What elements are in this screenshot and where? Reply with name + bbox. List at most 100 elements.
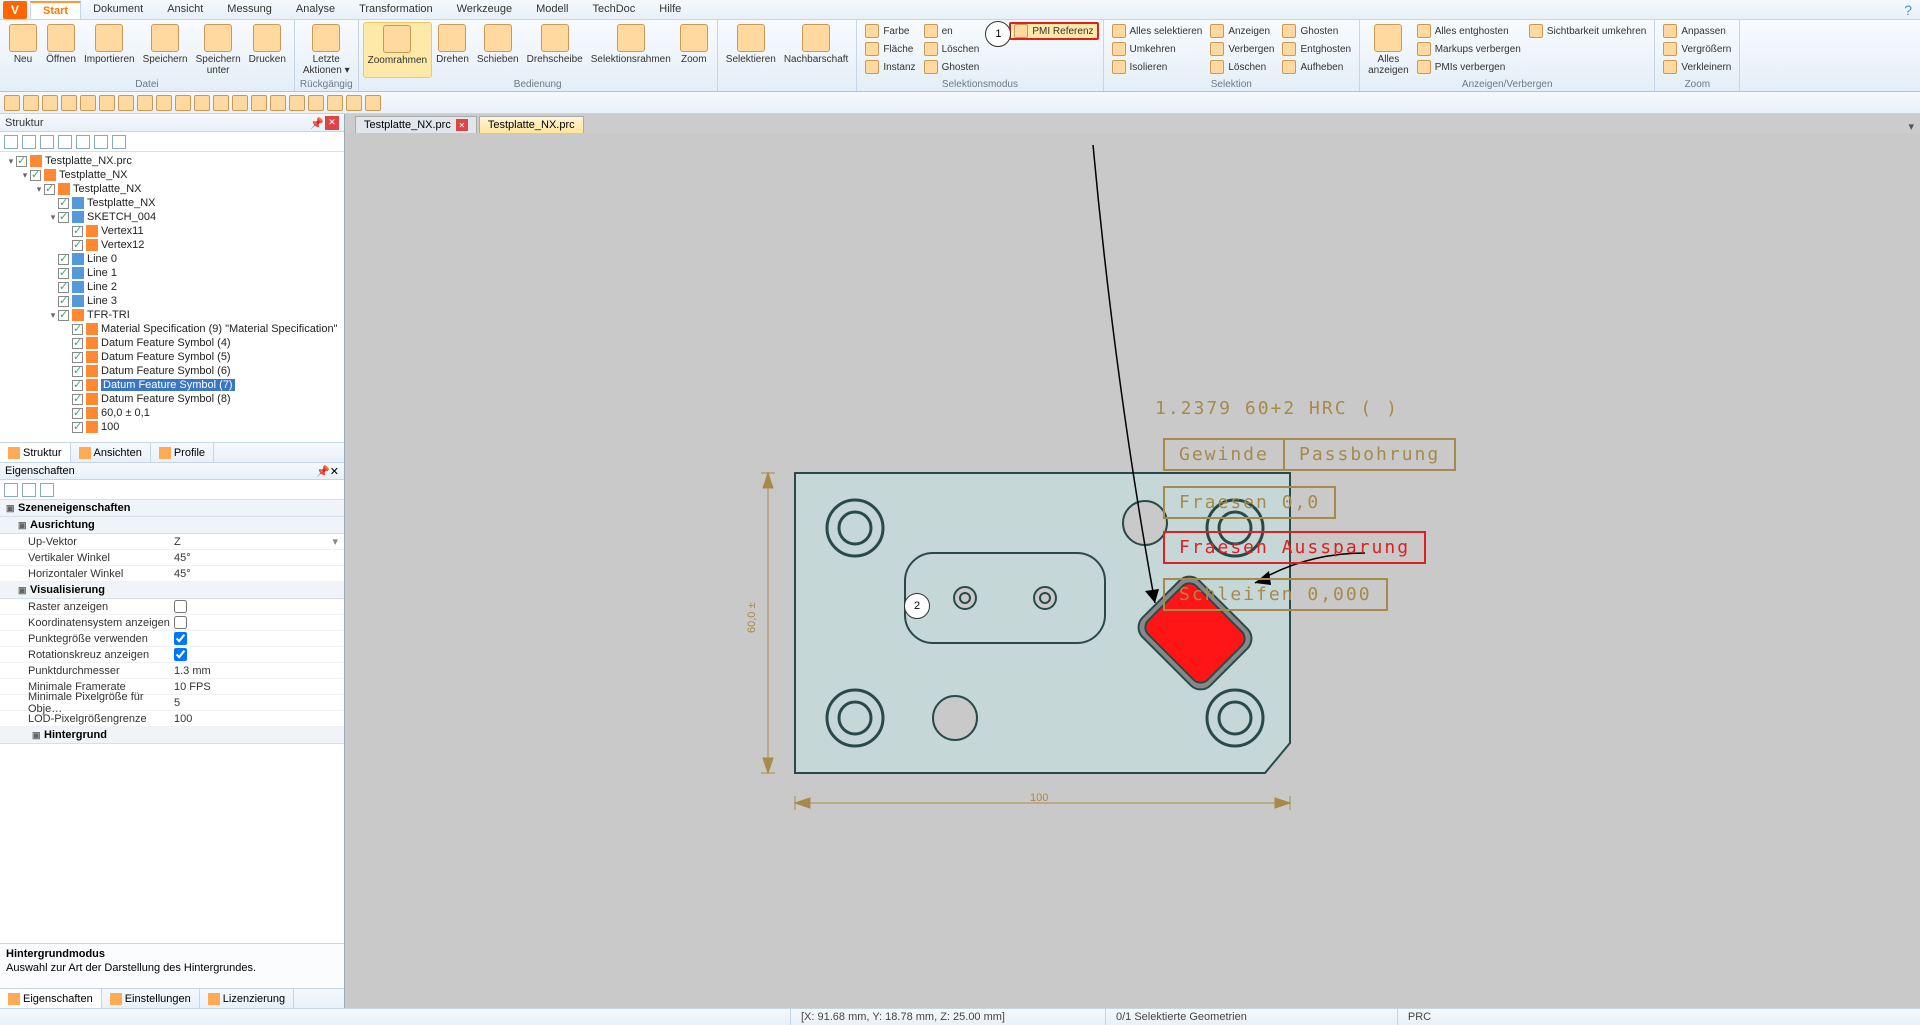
prop-category[interactable]: ▣Szeneneigenschaften <box>0 500 344 517</box>
menu-tab-messung[interactable]: Messung <box>215 1 284 19</box>
ghost-mode-button[interactable]: Ghosten <box>920 58 984 76</box>
tree-node[interactable]: ▾Testplatte_NX <box>2 168 342 182</box>
delete-mode-button[interactable]: Löschen <box>920 40 984 58</box>
props-tool[interactable] <box>22 483 36 497</box>
menu-tab-hilfe[interactable]: Hilfe <box>647 1 693 19</box>
quick-tool[interactable] <box>232 95 248 111</box>
tree-node[interactable]: Datum Feature Symbol (6) <box>2 364 342 378</box>
menu-tab-dokument[interactable]: Dokument <box>81 1 155 19</box>
quick-tool[interactable] <box>61 95 77 111</box>
quick-tool[interactable] <box>4 95 20 111</box>
pin-icon[interactable]: 📌 <box>310 117 322 129</box>
pmi-schleifen[interactable]: Schleifen 0,000 <box>1163 578 1388 611</box>
tree-node[interactable]: Line 0 <box>2 252 342 266</box>
hide-pmis-button[interactable]: PMIs verbergen <box>1413 58 1525 76</box>
tab-profile[interactable]: Profile <box>151 443 214 462</box>
tab-einstellungen[interactable]: Einstellungen <box>102 989 200 1008</box>
save-button[interactable]: Speichern <box>139 22 192 78</box>
tree-node[interactable]: Datum Feature Symbol (8) <box>2 392 342 406</box>
quick-tool[interactable] <box>365 95 381 111</box>
doc-tab[interactable]: Testplatte_NX.prc <box>479 116 584 133</box>
tree-node[interactable]: ▾SKETCH_004 <box>2 210 342 224</box>
show-all-button[interactable]: Alles anzeigen <box>1364 22 1413 78</box>
props-tool[interactable] <box>4 483 18 497</box>
menu-tab-techdoc[interactable]: TechDoc <box>580 1 647 19</box>
delete-button[interactable]: Löschen <box>1206 58 1278 76</box>
tab-ansichten[interactable]: Ansichten <box>71 443 151 462</box>
prop-row[interactable]: Punktdurchmesser1.3 mm <box>0 663 344 679</box>
tree-node[interactable]: Line 2 <box>2 280 342 294</box>
tree-node[interactable]: ▾Testplatte_NX.prc <box>2 154 342 168</box>
tree-node[interactable]: 60,0 ± 0,1 <box>2 406 342 420</box>
tree-node[interactable]: Line 3 <box>2 294 342 308</box>
tree-node[interactable]: Testplatte_NX <box>2 196 342 210</box>
close-icon[interactable]: ✕ <box>330 465 339 478</box>
tree-node[interactable]: Vertex12 <box>2 238 342 252</box>
tree-tool[interactable] <box>112 135 126 149</box>
menu-tab-analyse[interactable]: Analyse <box>284 1 347 19</box>
props-tool[interactable] <box>40 483 54 497</box>
quick-tool[interactable] <box>308 95 324 111</box>
quick-tool[interactable] <box>327 95 343 111</box>
prop-row[interactable]: Horizontaler Winkel45° <box>0 566 344 582</box>
hide-button[interactable]: Verbergen <box>1206 40 1278 58</box>
zoom-out-button[interactable]: Verkleinern <box>1659 58 1735 76</box>
undo-button[interactable]: Letzte Aktionen ▾ <box>299 22 354 78</box>
invert-visibility-button[interactable]: Sichtbarkeit umkehren <box>1525 22 1651 40</box>
tree-tool[interactable] <box>94 135 108 149</box>
menu-tab-werkzeuge[interactable]: Werkzeuge <box>445 1 524 19</box>
zoom-button[interactable]: Zoom <box>675 22 713 78</box>
quick-tool[interactable] <box>80 95 96 111</box>
pmi-gewinde[interactable]: Gewinde <box>1163 438 1285 471</box>
quick-tool[interactable] <box>213 95 229 111</box>
face-mode-button[interactable]: Fläche <box>861 40 919 58</box>
tree-node[interactable]: Material Specification (9) "Material Spe… <box>2 322 342 336</box>
open-button[interactable]: Öffnen <box>42 22 80 78</box>
quick-tool[interactable] <box>42 95 58 111</box>
tab-dropdown[interactable]: ▾ <box>1908 120 1914 133</box>
rotate-button[interactable]: Drehen <box>432 22 473 78</box>
clear-button[interactable]: Aufheben <box>1278 58 1355 76</box>
quick-tool[interactable] <box>137 95 153 111</box>
neighborhood-button[interactable]: Nachbarschaft <box>780 22 852 78</box>
select-all-button[interactable]: Alles selektieren <box>1108 22 1207 40</box>
checkbox[interactable] <box>174 632 187 645</box>
quick-tool[interactable] <box>118 95 134 111</box>
prop-row[interactable]: Up-VektorZ <box>0 534 344 550</box>
turntable-button[interactable]: Drehscheibe <box>523 22 587 78</box>
isolate-button[interactable]: Isolieren <box>1108 58 1207 76</box>
tab-struktur[interactable]: Struktur <box>0 443 71 462</box>
show-button[interactable]: Anzeigen <box>1206 22 1278 40</box>
prop-category[interactable]: ▣Ausrichtung <box>0 517 344 534</box>
tree-node[interactable]: Vertex11 <box>2 224 342 238</box>
quick-tool[interactable] <box>289 95 305 111</box>
prop-row[interactable]: Minimale Pixelgröße für Obje…5 <box>0 695 344 711</box>
tree-node[interactable]: ▾Testplatte_NX <box>2 182 342 196</box>
tree-tool[interactable] <box>4 135 18 149</box>
save-as-button[interactable]: Speichern unter <box>192 22 245 78</box>
quick-tool[interactable] <box>175 95 191 111</box>
menu-tab-transformation[interactable]: Transformation <box>347 1 445 19</box>
quick-tool[interactable] <box>156 95 172 111</box>
prop-category[interactable]: ▣Hintergrund <box>0 727 344 744</box>
color-mode-button[interactable]: Farbe <box>861 22 919 40</box>
structure-tree[interactable]: ▾Testplatte_NX.prc▾Testplatte_NX▾Testpla… <box>0 152 344 442</box>
pin-icon[interactable]: 📌 <box>316 465 330 478</box>
quick-tool[interactable] <box>251 95 267 111</box>
tree-tool[interactable] <box>40 135 54 149</box>
quick-tool[interactable] <box>346 95 362 111</box>
pmi-reference-button[interactable]: PMI Referenz <box>1009 22 1098 40</box>
zoom-in-button[interactable]: Vergrößern <box>1659 40 1735 58</box>
checkbox[interactable] <box>174 616 187 629</box>
mode-btn[interactable]: en <box>920 22 984 40</box>
ghost-button[interactable]: Ghosten <box>1278 22 1355 40</box>
new-button[interactable]: Neu <box>4 22 42 78</box>
checkbox[interactable] <box>174 600 187 613</box>
tab-eigenschaften[interactable]: Eigenschaften <box>0 989 102 1008</box>
prop-category[interactable]: ▣Visualisierung <box>0 582 344 599</box>
prop-row[interactable]: LOD-Pixelgrößengrenze100 <box>0 711 344 727</box>
instance-mode-button[interactable]: Instanz <box>861 58 919 76</box>
tree-node[interactable]: 100 <box>2 420 342 434</box>
menu-tab-modell[interactable]: Modell <box>524 1 580 19</box>
unghost-all-button[interactable]: Alles entghosten <box>1413 22 1525 40</box>
